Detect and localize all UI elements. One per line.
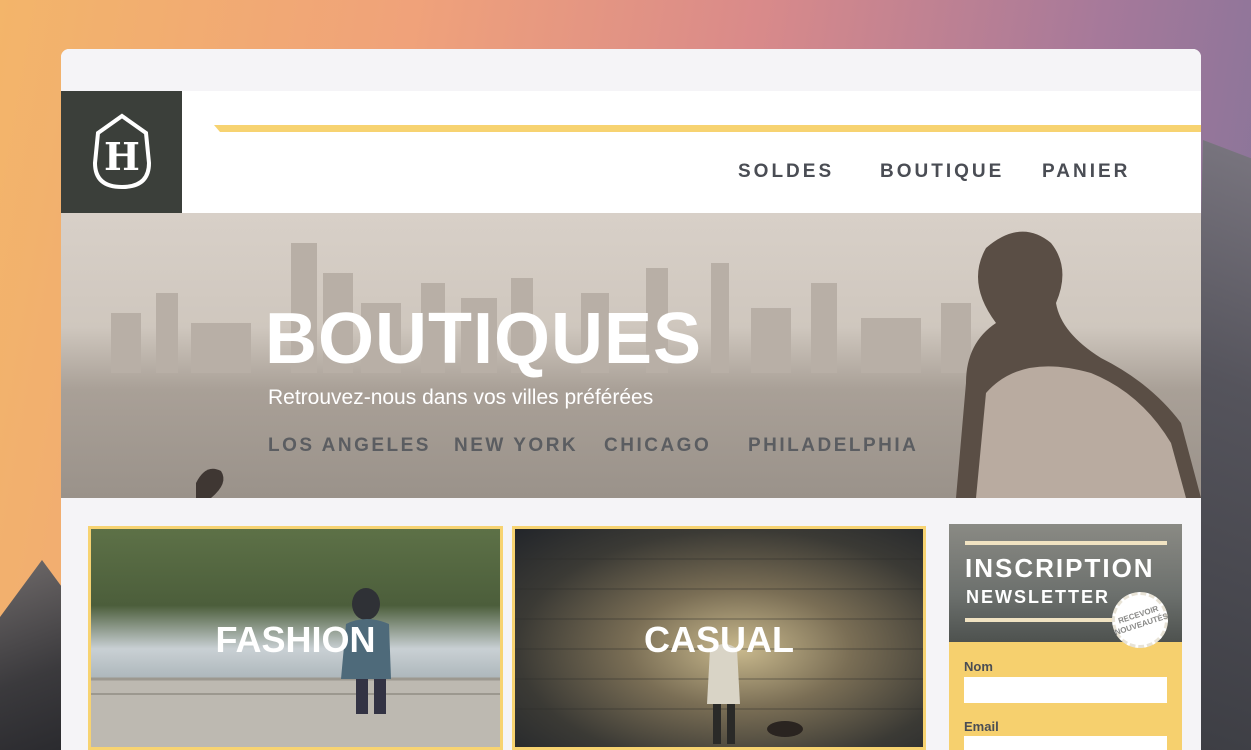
header-accent-rule [214, 125, 1201, 132]
newsletter-panel: INSCRIPTION NEWSLETTER RECEVOIR NOUVEAUT… [949, 524, 1182, 750]
category-tile-casual[interactable]: CASUAL [512, 526, 926, 750]
newsletter-title: INSCRIPTION [965, 553, 1155, 583]
newsletter-top-rule [965, 541, 1167, 545]
name-field[interactable] [964, 677, 1167, 703]
category-label-fashion: FASHION [215, 619, 376, 660]
window-titlebar [61, 49, 1201, 91]
name-field-label: Nom [964, 659, 993, 674]
background-rocks-left [0, 560, 70, 750]
hero-banner: BOUTIQUES Retrouvez-nous dans vos villes… [61, 213, 1201, 498]
browser-window: H SOLDES BOUTIQUE PANIER BOUTIQUES Retro… [61, 49, 1201, 750]
city-link-new-york[interactable]: NEW YORK [454, 435, 578, 457]
site-header: H SOLDES BOUTIQUE PANIER [61, 91, 1201, 213]
category-tile-fashion[interactable]: FASHION [88, 526, 503, 750]
nav-item-soldes[interactable]: SOLDES [738, 161, 834, 183]
nav-item-panier[interactable]: PANIER [1042, 161, 1130, 183]
newsletter-subtitle: NEWSLETTER [966, 587, 1110, 607]
email-field[interactable] [964, 736, 1167, 750]
city-link-chicago[interactable]: CHICAGO [604, 435, 711, 457]
category-label-casual: CASUAL [644, 619, 794, 660]
city-link-los-angeles[interactable]: LOS ANGELES [268, 435, 431, 457]
main-nav: SOLDES BOUTIQUE PANIER [61, 161, 1201, 185]
email-field-label: Email [964, 719, 999, 734]
hero-subtitle: Retrouvez-nous dans vos villes préférées [268, 386, 654, 409]
newsletter-bottom-rule [965, 618, 1113, 622]
site-logo[interactable]: H [61, 91, 182, 213]
city-link-philadelphia[interactable]: PHILADELPHIA [748, 435, 918, 457]
hero-title: BOUTIQUES [265, 299, 703, 379]
nav-item-boutique[interactable]: BOUTIQUE [880, 161, 1004, 183]
